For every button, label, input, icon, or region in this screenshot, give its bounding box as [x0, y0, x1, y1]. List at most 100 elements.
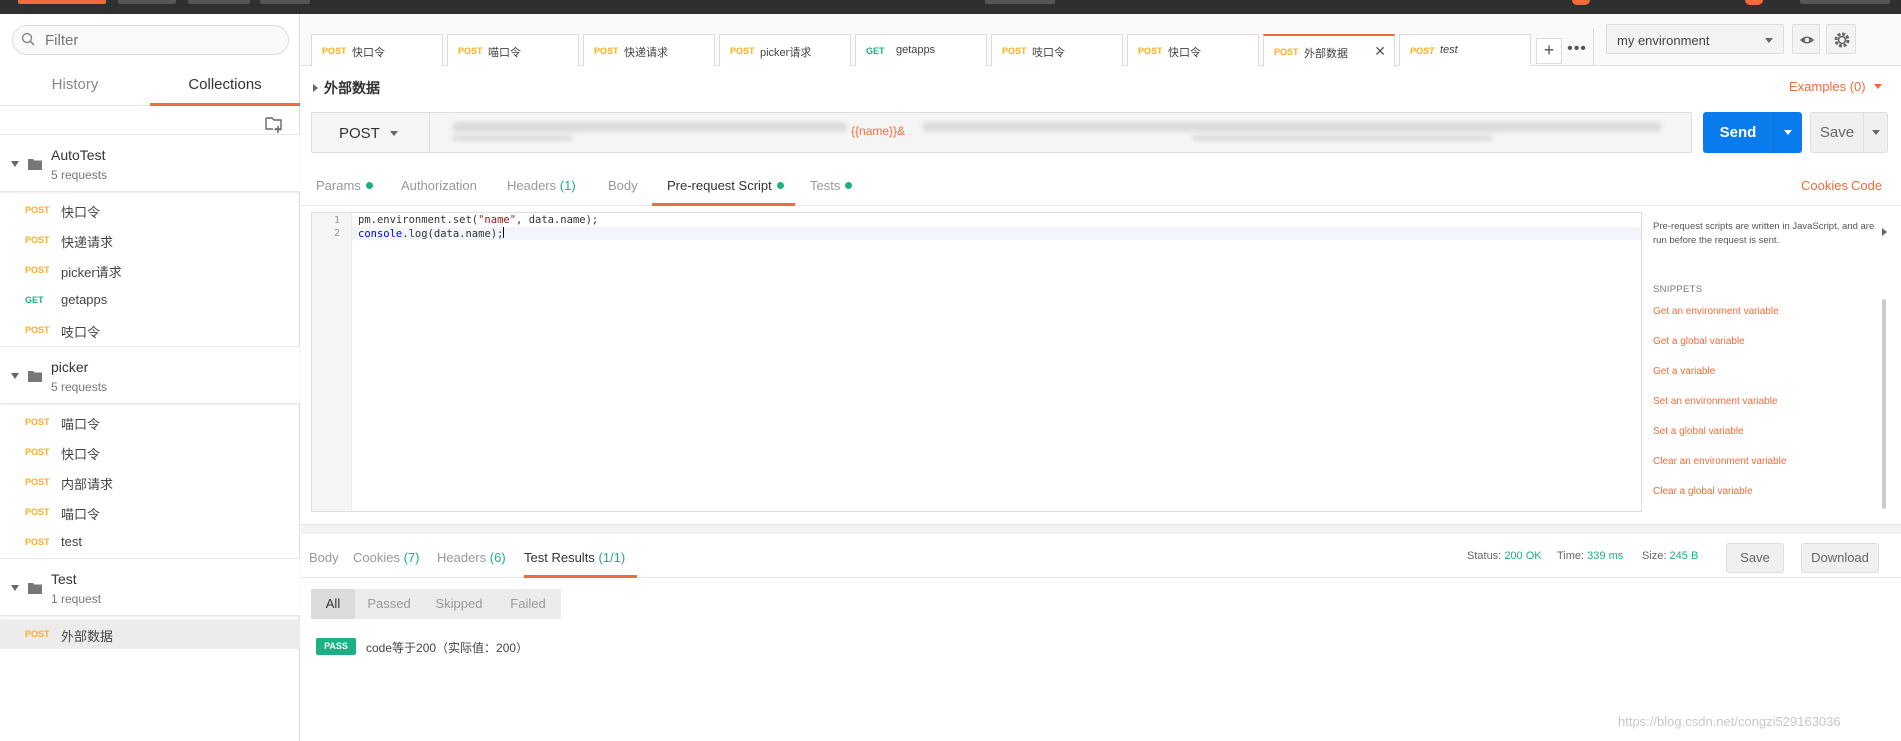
- chevron-down-icon[interactable]: [1872, 130, 1880, 135]
- list-item[interactable]: GET getapps: [0, 285, 300, 315]
- add-tab-button[interactable]: +: [1536, 38, 1562, 64]
- workspace-button[interactable]: [260, 0, 310, 4]
- manage-environments-button[interactable]: [1826, 24, 1856, 54]
- request-tab-active[interactable]: POST 外部数据 ✕: [1263, 34, 1395, 67]
- collection-picker[interactable]: picker 5 requests: [0, 346, 300, 404]
- tab-label: Pre-request Script: [667, 178, 772, 193]
- notification-icon[interactable]: [1745, 0, 1763, 5]
- main-panel: POST 快口令 POST 喵口令 POST 快递请求 POST picker请求 GE…: [301, 14, 1901, 741]
- sidebar: History Collections AutoTest 5 requests …: [0, 14, 300, 741]
- filter-failed[interactable]: Failed: [495, 589, 561, 619]
- list-item[interactable]: POST 喵口令: [0, 407, 300, 437]
- list-item[interactable]: POST 快口令: [0, 437, 300, 467]
- filter-passed[interactable]: Passed: [355, 589, 423, 619]
- method-badge: POST: [25, 417, 50, 427]
- tab-response-body[interactable]: Body: [309, 550, 339, 565]
- filter-input[interactable]: [45, 30, 280, 50]
- method-badge: POST: [594, 46, 619, 56]
- list-item[interactable]: POST 内部请求: [0, 467, 300, 497]
- request-tab[interactable]: POST 快口令: [1127, 34, 1259, 66]
- tab-test-results[interactable]: Test Results (1/1): [524, 550, 625, 565]
- tab-label: Params: [316, 178, 361, 193]
- list-item[interactable]: POST 外部数据: [0, 619, 300, 649]
- code-token: , data.name);: [516, 214, 599, 226]
- cookies-link[interactable]: Cookies: [1801, 178, 1848, 193]
- request-tab[interactable]: POST 快口令: [311, 34, 443, 66]
- request-tab[interactable]: GET getapps: [855, 34, 987, 66]
- list-item[interactable]: POST 快口令: [0, 195, 300, 225]
- tab-headers[interactable]: Headers (1): [507, 178, 576, 193]
- close-icon[interactable]: ✕: [1374, 43, 1386, 60]
- request-tab[interactable]: POST picker请求: [719, 34, 851, 66]
- filter-box[interactable]: [12, 25, 289, 55]
- snippet-link[interactable]: Get a variable: [1653, 366, 1715, 377]
- environment-select[interactable]: my environment: [1606, 24, 1784, 54]
- list-item[interactable]: POST picker请求: [0, 255, 300, 285]
- list-item[interactable]: POST 快递请求: [0, 225, 300, 255]
- line-gutter: [312, 213, 352, 511]
- script-editor[interactable]: 1 2 pm.environment.set("name", data.name…: [311, 212, 1642, 512]
- tab-tests[interactable]: Tests: [810, 178, 853, 193]
- method-value: POST: [339, 125, 380, 142]
- snippet-link[interactable]: Get an environment variable: [1653, 306, 1779, 317]
- chevron-down-icon[interactable]: [11, 161, 19, 167]
- import-button[interactable]: [118, 0, 176, 4]
- request-tab[interactable]: POST 吱口令: [991, 34, 1123, 66]
- method-select[interactable]: POST: [312, 113, 430, 152]
- send-button[interactable]: Send: [1703, 112, 1802, 153]
- list-item[interactable]: POST 喵口令: [0, 497, 300, 527]
- filter-all[interactable]: All: [311, 589, 355, 619]
- sign-in-button[interactable]: [1800, 0, 1890, 4]
- collection-autotest[interactable]: AutoTest 5 requests: [0, 134, 300, 192]
- tab-history[interactable]: History: [0, 64, 150, 106]
- save-button[interactable]: Save: [1810, 112, 1888, 153]
- runner-button[interactable]: [188, 0, 250, 4]
- method-badge: GET: [25, 295, 44, 305]
- url-input[interactable]: {{name}}&: [442, 113, 1682, 152]
- caret-right-icon[interactable]: [1882, 228, 1887, 236]
- watermark: https://blog.csdn.net/congzi529163036: [1618, 714, 1841, 729]
- request-tab[interactable]: POST 喵口令: [447, 34, 579, 66]
- chevron-down-icon[interactable]: [11, 373, 19, 379]
- request-name: 快递请求: [61, 235, 114, 250]
- snippet-link[interactable]: Get a global variable: [1653, 336, 1745, 347]
- list-item[interactable]: POST 吱口令: [0, 315, 300, 345]
- save-response-button[interactable]: Save: [1726, 543, 1784, 573]
- environment-quick-look-button[interactable]: [1792, 24, 1820, 54]
- list-item[interactable]: POST test: [0, 527, 300, 557]
- download-button[interactable]: Download: [1801, 543, 1879, 573]
- code-keyword: console: [358, 228, 403, 240]
- tab-params[interactable]: Params: [316, 178, 373, 193]
- collection-test[interactable]: Test 1 request: [0, 558, 300, 616]
- pass-badge: PASS: [316, 638, 356, 655]
- chevron-down-icon[interactable]: [11, 585, 19, 591]
- tab-collections[interactable]: Collections: [150, 64, 300, 106]
- filter-skipped[interactable]: Skipped: [423, 589, 495, 619]
- new-collection-icon[interactable]: [264, 114, 284, 134]
- tab-response-headers[interactable]: Headers (6): [437, 550, 506, 565]
- request-name: 快口令: [61, 447, 101, 462]
- collection-name: Test: [51, 571, 77, 587]
- examples-dropdown[interactable]: Examples (0): [1789, 79, 1882, 94]
- request-tab[interactable]: POST test: [1399, 34, 1531, 66]
- more-tabs-icon[interactable]: •••: [1564, 38, 1590, 64]
- time-label: Time:: [1557, 550, 1585, 562]
- method-badge: POST: [322, 46, 347, 56]
- request-title[interactable]: 外部数据: [313, 78, 380, 98]
- request-tab[interactable]: POST 快递请求: [583, 34, 715, 66]
- snippet-link[interactable]: Clear a global variable: [1653, 486, 1753, 497]
- tab-pre-request-script[interactable]: Pre-request Script: [667, 178, 784, 193]
- sync-icon[interactable]: [1572, 0, 1590, 5]
- snippet-link[interactable]: Set a global variable: [1653, 426, 1744, 437]
- workspace-selector[interactable]: [985, 0, 1055, 4]
- tab-response-cookies[interactable]: Cookies (7): [353, 550, 419, 565]
- response-divider[interactable]: [301, 524, 1901, 534]
- snippet-link[interactable]: Set an environment variable: [1653, 396, 1778, 407]
- new-button[interactable]: [18, 0, 106, 4]
- chevron-down-icon[interactable]: [1784, 130, 1792, 135]
- tab-body[interactable]: Body: [608, 178, 638, 193]
- scrollbar[interactable]: [1882, 299, 1886, 509]
- code-link[interactable]: Code: [1851, 178, 1882, 193]
- tab-authorization[interactable]: Authorization: [401, 178, 477, 193]
- snippet-link[interactable]: Clear an environment variable: [1653, 456, 1786, 467]
